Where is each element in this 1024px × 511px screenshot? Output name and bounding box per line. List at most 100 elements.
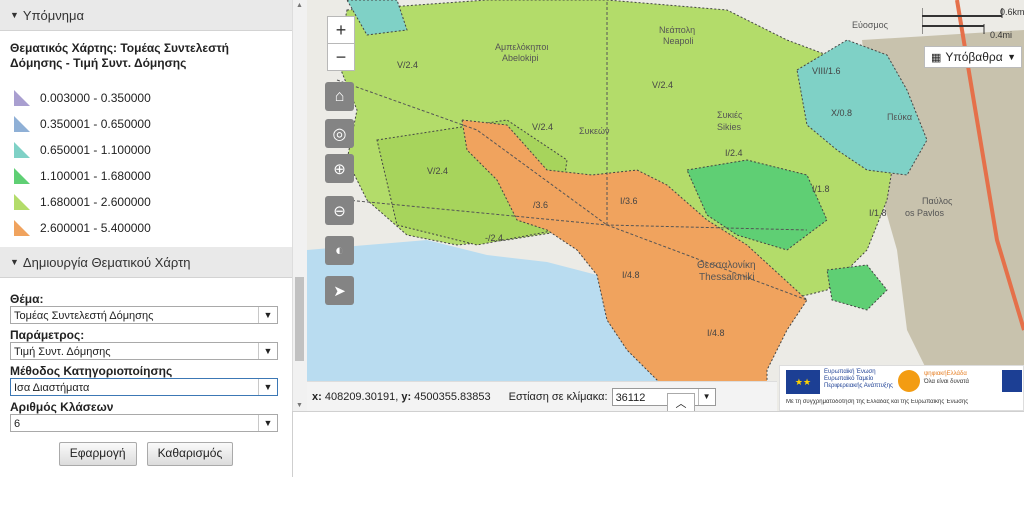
scale-km-label: 0.6km: [1000, 7, 1024, 17]
scale-bar: 0.6km 0.4mi: [921, 4, 1024, 40]
legend-header[interactable]: ▼ Υπόμνημα: [0, 0, 292, 31]
focus-scale-label: Εστίαση σε κλίμακα:: [508, 391, 608, 403]
collapse-panel-button[interactable]: ︿: [667, 393, 695, 411]
thematic-header-label: Δημιουργία Θεματικού Χάρτη: [22, 254, 191, 270]
zone-code: I/2.4: [725, 148, 743, 158]
zoom-out-button[interactable]: −: [327, 43, 355, 71]
zoom-box-in-button[interactable]: ⊕: [325, 154, 354, 183]
legend-row: 0.350001 - 0.650000: [0, 111, 292, 137]
zone-code: V/2.4: [427, 166, 449, 176]
divider: [293, 411, 1024, 412]
legend-label: 0.003000 - 0.350000: [40, 91, 151, 105]
clear-button[interactable]: Καθαρισμός: [146, 442, 234, 466]
digital-label: ψηφιακήΕλλάδα: [924, 371, 967, 377]
dropdown-arrow-icon[interactable]: ▼: [258, 415, 277, 431]
panel-scrollbar[interactable]: ▲ ▼: [292, 0, 307, 411]
dropdown-arrow-icon[interactable]: ▼: [258, 379, 277, 395]
magnifier-minus-icon: ⊖: [333, 202, 346, 220]
place-label: Sikies: [717, 122, 742, 132]
method-select[interactable]: Ισα Διαστήματα ▼: [10, 378, 278, 396]
cofund-text: Με τη συγχρηματοδότηση της Ελλάδας και τ…: [786, 399, 969, 405]
method-select-value: Ισα Διαστήματα: [14, 382, 90, 394]
coord-x-value: 408209.30191,: [324, 391, 399, 403]
legend-swatch: [14, 194, 30, 210]
dropdown-arrow-icon[interactable]: ▼: [697, 389, 715, 405]
place-label: Θεσσαλονίκη: [697, 260, 756, 271]
legend-row: 0.003000 - 0.350000: [0, 85, 292, 111]
home-button[interactable]: ⌂: [325, 82, 354, 111]
zone-code: I/1.8: [869, 208, 887, 218]
legend-swatch: [14, 116, 30, 132]
map-view[interactable]: + − ⌂ ◎ ⊕ ⊖ ◐ ➤ Αμπελόκηποι Abelokipi Νε…: [307, 0, 1024, 411]
zone-code: V/2.4: [397, 60, 419, 70]
param-select-value: Τιμή Συντ. Δόμησης: [14, 346, 111, 358]
coord-y-label: y:: [401, 391, 412, 403]
scrollbar-thumb[interactable]: [295, 277, 304, 361]
apply-button[interactable]: Εφαρμογή: [58, 442, 137, 466]
eu-flag-icon: ★★: [786, 370, 820, 394]
zone-code: I/4.8: [622, 270, 640, 280]
legend-swatch: [14, 220, 30, 236]
dropdown-arrow-icon[interactable]: ▼: [258, 343, 277, 359]
place-label: Νεάπολη: [659, 25, 696, 35]
legend-label: 0.350001 - 0.650000: [40, 117, 151, 131]
form-buttons: Εφαρμογή Καθαρισμός: [10, 442, 282, 466]
eu-label: Ευρωπαϊκή Ένωση: [824, 369, 876, 375]
cursor-arrow-icon: ➤: [333, 282, 346, 300]
thematic-form: Θέμα: Τομέας Συντελεστή Δόμησης ▼ Παράμε…: [0, 278, 292, 466]
coordinates-readout: x: 408209.30191, y: 4500355.83853: [312, 391, 491, 403]
theme-select-value: Τομέας Συντελεστή Δόμησης: [14, 310, 154, 322]
classes-select-value: 6: [14, 418, 21, 430]
digital-sub: Όλα είναι δυνατά: [924, 379, 970, 385]
theme-label: Θέμα:: [10, 292, 44, 306]
param-select[interactable]: Τιμή Συντ. Δόμησης ▼: [10, 342, 278, 360]
magnifier-back-icon: ◐: [334, 242, 345, 259]
dropdown-arrow-icon[interactable]: ▼: [258, 307, 277, 323]
eu-funding-banner: ★★ Ευρωπαϊκή Ένωση Ευρωπαϊκό Ταμείο Περι…: [779, 365, 1024, 411]
scale-select-value: 36112: [615, 392, 646, 404]
fund-label: Ευρωπαϊκό Ταμείο Περιφερειακής Ανάπτυξης: [824, 376, 893, 389]
place-label: Συκεών: [579, 126, 610, 136]
legend-row: 0.650001 - 1.100000: [0, 137, 292, 163]
place-label: Thessaloniki: [699, 272, 755, 283]
eu-text-block: Ευρωπαϊκή Ένωση Ευρωπαϊκό Ταμείο Περιφερ…: [824, 369, 896, 390]
thematic-header[interactable]: ▼ Δημιουργία Θεματικού Χάρτη: [0, 247, 292, 278]
scale-select[interactable]: 36112 ▼: [611, 388, 716, 406]
scroll-up-icon[interactable]: ▲: [296, 2, 303, 9]
zone-code: /3.6: [533, 200, 549, 210]
home-icon: ⌂: [334, 87, 345, 105]
digital-text-block: ψηφιακήΕλλάδα Όλα είναι δυνατά: [924, 370, 998, 386]
grid-icon: ▦: [931, 51, 942, 64]
dropdown-caret-icon: ▼: [1007, 52, 1016, 62]
locate-button[interactable]: ◎: [325, 119, 354, 148]
scroll-down-icon[interactable]: ▼: [296, 402, 303, 409]
caret-down-icon: ▼: [10, 257, 19, 267]
coord-y-value: 4500355.83853: [414, 391, 491, 403]
basemap-button[interactable]: ▦ Υπόβαθρα ▼: [924, 46, 1022, 68]
classes-select[interactable]: 6 ▼: [10, 414, 278, 432]
left-panel: ▼ Υπόμνημα Θεματικός Χάρτης: Τομέας Συντ…: [0, 0, 293, 477]
legend-row: 2.600001 - 5.400000: [0, 215, 292, 241]
legend-label: 1.680001 - 2.600000: [40, 195, 151, 209]
place-label: Neapoli: [663, 36, 694, 46]
place-label: Πεύκα: [887, 112, 913, 122]
zone-code: -/2.4: [485, 233, 504, 243]
place-label: Εύοσμος: [852, 20, 889, 30]
scale-mi-label: 0.4mi: [990, 30, 1013, 40]
classes-label: Αριθμός Κλάσεων: [10, 400, 114, 414]
legend-label: 2.600001 - 5.400000: [40, 221, 151, 235]
theme-select[interactable]: Τομέας Συντελεστή Δόμησης ▼: [10, 306, 278, 324]
zone-code: VIII/1.6: [812, 66, 841, 76]
zoom-box-out-button[interactable]: ⊖: [325, 196, 354, 225]
crosshair-icon: ◎: [332, 125, 347, 143]
zoom-in-button[interactable]: +: [327, 16, 355, 44]
place-label: Abelokipi: [502, 53, 539, 63]
zone-code: V/2.4: [652, 80, 674, 90]
pointer-button[interactable]: ➤: [325, 276, 354, 305]
legend-title: Θεματικός Χάρτης: Τομέας Συντελεστή Δόμη…: [10, 41, 230, 70]
previous-extent-button[interactable]: ◐: [325, 236, 354, 265]
zone-code: V/2.4: [532, 122, 554, 132]
zone-code: I/4.8: [707, 328, 725, 338]
place-label: Αμπελόκηποι: [495, 42, 549, 52]
espa-logo: [1002, 370, 1022, 392]
